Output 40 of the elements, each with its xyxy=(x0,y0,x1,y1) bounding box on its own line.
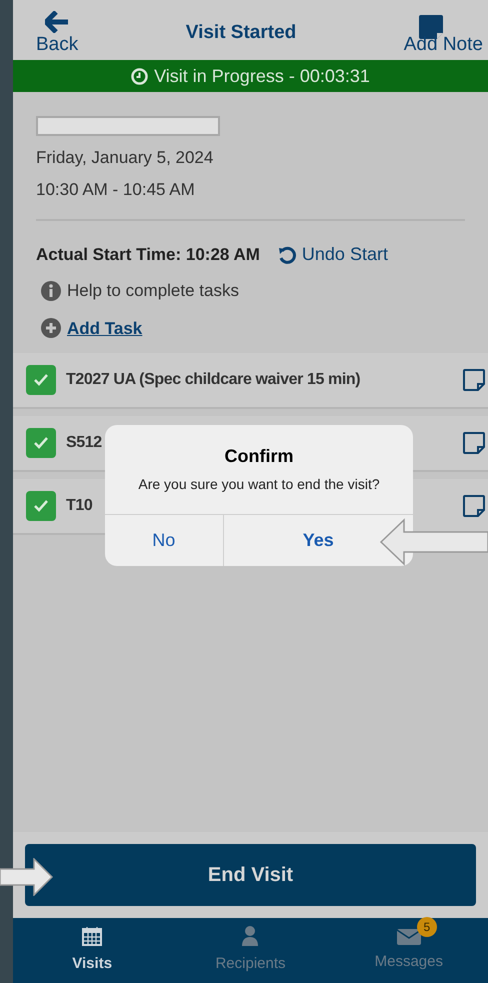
tab[interactable]: Visits xyxy=(13,918,172,983)
unread-badge: 5 xyxy=(416,917,437,938)
add-note-button[interactable]: Add Note xyxy=(404,15,483,57)
clock-icon xyxy=(131,68,148,84)
undo-icon xyxy=(278,246,296,264)
note-outline-icon[interactable] xyxy=(463,432,485,454)
dialog-button[interactable]: Yes xyxy=(222,515,377,566)
help-text: Help to complete tasks xyxy=(67,280,239,302)
dialog-message: Are you sure you want to end the visit? xyxy=(138,475,380,494)
tab[interactable]: 5 Messages xyxy=(330,918,488,983)
task-checkbox[interactable] xyxy=(26,491,56,521)
page-title: Visit Started xyxy=(186,20,296,44)
undo-start-button[interactable]: Undo Start xyxy=(278,241,388,268)
check-icon xyxy=(34,374,48,386)
person-icon xyxy=(241,925,260,948)
task-label: T2027 UA (Spec childcare waiver 15 min) xyxy=(66,370,362,390)
visit-date: Friday, January 5, 2024 xyxy=(36,147,214,169)
dialog-title: Confirm xyxy=(224,445,294,468)
note-outline-icon[interactable] xyxy=(463,495,485,517)
envelope-icon xyxy=(396,927,421,946)
note-outline-icon[interactable] xyxy=(463,369,485,391)
back-button[interactable]: Back xyxy=(36,11,78,57)
calendar-icon xyxy=(81,925,104,948)
info-icon xyxy=(41,280,61,301)
callout-arrow xyxy=(0,858,53,896)
task-label: S512 xyxy=(66,433,103,453)
status-banner: Visit in Progress - 00:03:31 xyxy=(13,60,488,92)
task-checkbox[interactable] xyxy=(26,365,56,395)
dialog-button[interactable]: No xyxy=(105,515,222,566)
task-checkbox[interactable] xyxy=(26,428,56,458)
check-icon xyxy=(34,437,48,449)
actual-start-time: Actual Start Time: 10:28 AM xyxy=(36,244,260,266)
task-row[interactable]: T2027 UA (Spec childcare waiver 15 min) xyxy=(13,353,488,409)
plus-icon xyxy=(41,318,61,338)
end-visit-button[interactable]: End Visit xyxy=(25,844,476,906)
check-icon xyxy=(34,500,48,512)
visit-time: 10:30 AM - 10:45 AM xyxy=(36,178,196,200)
add-task-link[interactable]: Add Task xyxy=(67,316,142,341)
task-label: T10 xyxy=(66,496,94,516)
back-arrow-icon xyxy=(45,11,70,34)
